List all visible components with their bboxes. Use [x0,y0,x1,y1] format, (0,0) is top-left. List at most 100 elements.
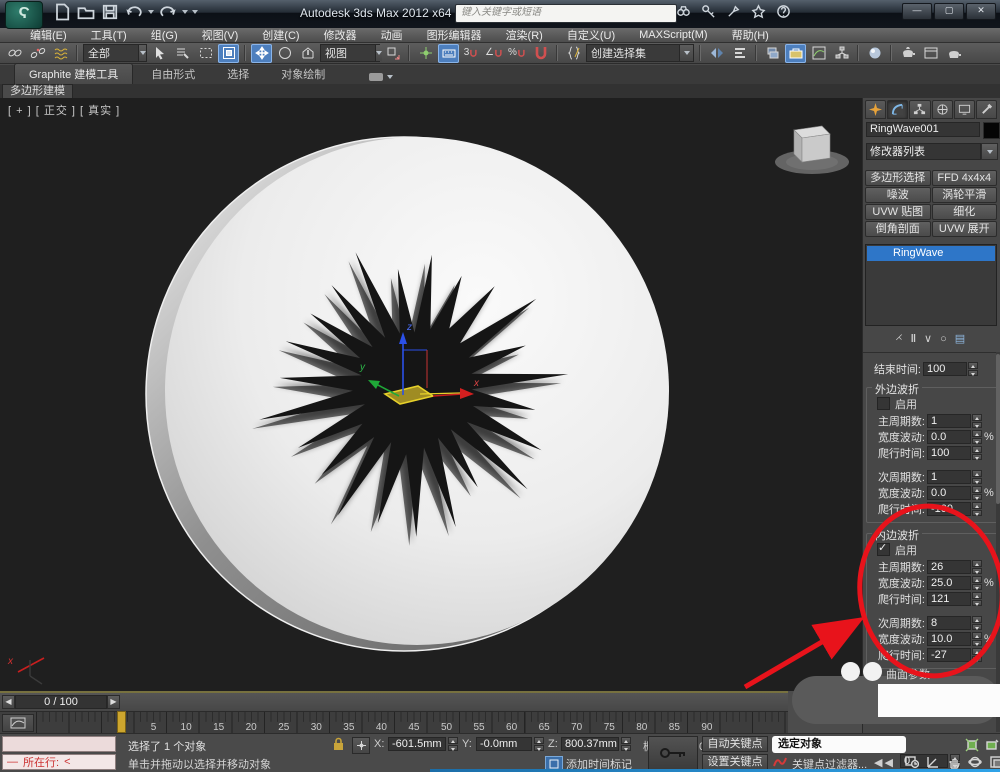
redo-icon[interactable] [158,3,178,21]
menu-animation[interactable]: 动画 [381,27,403,43]
menu-modifiers[interactable]: 修改器 [324,27,357,43]
menu-customize[interactable]: 自定义(U) [567,27,615,43]
tab-motion-icon[interactable] [932,100,953,119]
search-input[interactable]: 键入关键字或短语 [455,4,677,23]
align-icon[interactable] [729,44,750,63]
tab-display-icon[interactable] [954,100,975,119]
favorites-star-icon[interactable] [751,4,766,19]
menu-group[interactable]: 组(G) [151,27,178,43]
render-production-icon[interactable] [943,44,964,63]
maxscript-mini-listener[interactable] [2,736,116,752]
time-slider-value[interactable]: 0 / 100 [15,695,107,709]
undo-icon[interactable] [124,3,144,21]
pan-hand-icon[interactable] [944,753,964,770]
absolute-mode-toggle-icon[interactable] [352,737,370,754]
select-by-name-icon[interactable] [172,44,193,63]
select-and-link-icon[interactable] [4,44,25,63]
show-end-result-icon[interactable]: ‖ [911,333,916,345]
tab-hierarchy-icon[interactable] [909,100,930,119]
tab-utilities-icon[interactable] [976,100,997,119]
outer-crawl-time-input[interactable]: 100 [927,446,971,460]
close-button[interactable]: ✕ [966,3,996,20]
maximize-button[interactable]: ▢ [934,3,964,20]
zoom-extents-icon[interactable] [962,736,982,753]
panel-polygon-modeling[interactable]: 多边形建模 [2,84,73,98]
go-to-start-icon[interactable]: ◀◀ [874,756,895,769]
use-pivot-center-icon[interactable] [382,44,403,63]
help-icon[interactable] [776,4,791,19]
open-mini-curve-editor-icon[interactable] [2,714,34,732]
modifier-btn-unwrap-uvw[interactable]: UVW 展开 [932,221,998,237]
inner-width-flux-input[interactable]: 25.0 [927,576,971,590]
binoculars-icon[interactable] [676,4,691,19]
panel-scrollbar[interactable] [996,352,1000,732]
y-coordinate-input[interactable]: -0.0mm [476,737,532,751]
selection-region-icon[interactable] [195,44,216,63]
end-time-input[interactable]: 100 [923,362,967,376]
rendered-frame-window-icon[interactable] [920,44,941,63]
inner-enable-checkbox[interactable] [877,543,890,556]
configure-modifier-sets-icon[interactable]: ▤ [955,332,965,345]
spinner-control[interactable] [968,362,978,376]
outer-minor-width-flux-input[interactable]: 0.0 [927,486,971,500]
inner-minor-crawl-time-input[interactable]: -27 [927,648,971,662]
menu-create[interactable]: 创建(C) [262,27,299,43]
inner-minor-cycles-input[interactable]: 8 [927,616,971,630]
tab-selection[interactable]: 选择 [213,64,263,84]
x-coordinate-input[interactable]: -601.5mm [388,737,446,751]
modifier-btn-uvw-map[interactable]: UVW 贴图 [865,204,931,220]
named-selection-set-dropdown[interactable]: 创建选择集 [586,44,694,62]
schematic-view-icon[interactable] [831,44,852,63]
spinner-control[interactable] [972,616,982,630]
spinner-control[interactable] [972,502,982,516]
modifier-btn-turbosmooth[interactable]: 涡轮平滑 [932,187,998,203]
zoom-region-icon[interactable] [982,736,1000,753]
select-move-icon[interactable] [251,44,272,63]
tab-graphite-modeling-tools[interactable]: Graphite 建模工具 [14,63,133,84]
tab-object-paint[interactable]: 对象绘制 [267,64,339,84]
outer-enable-row[interactable]: 启用 [867,396,997,411]
spinner-control[interactable] [972,486,982,500]
curve-editor-icon[interactable] [808,44,829,63]
tab-modify-icon[interactable] [887,100,908,119]
edit-named-selection-icon[interactable] [563,44,584,63]
inner-crawl-time-input[interactable]: 121 [927,592,971,606]
spinner-control[interactable] [972,446,982,460]
remove-modifier-icon[interactable]: ○ [940,333,947,345]
spinner-control[interactable] [534,737,544,751]
time-slider[interactable]: ◀ 0 / 100 ▶ [2,695,120,709]
modifier-list-dropdown[interactable]: 修改器列表 [866,143,998,160]
communication-center-icon[interactable] [726,4,741,19]
redo-caret-icon[interactable] [182,10,188,14]
minimize-button[interactable]: — [902,3,932,20]
spinner-control[interactable] [972,648,982,662]
maxscript-listener-line[interactable]: — 所在行: < [2,754,116,770]
spinner-control[interactable] [972,560,982,574]
tab-create-icon[interactable] [865,100,886,119]
inner-enable-row[interactable]: 启用 [867,542,997,557]
set-key-big-button[interactable] [648,736,698,770]
viewcube[interactable] [775,126,849,174]
outer-enable-checkbox[interactable] [877,397,890,410]
select-object-icon[interactable] [149,44,170,63]
outer-minor-cycles-input[interactable]: 1 [927,470,971,484]
angle-snap-icon[interactable]: ∠ [484,44,505,63]
percent-snap-icon[interactable]: % [507,44,528,63]
tab-freeform[interactable]: 自由形式 [137,64,209,84]
menu-help[interactable]: 帮助(H) [732,27,769,43]
object-color-swatch[interactable] [983,122,1000,139]
modifier-btn-tessellate[interactable]: 细化 [932,204,998,220]
new-scene-icon[interactable] [52,3,72,21]
render-setup-icon[interactable] [897,44,918,63]
modifier-btn-bevel-profile[interactable]: 倒角剖面 [865,221,931,237]
selection-filter-dropdown[interactable]: 全部 [83,44,147,62]
modifier-btn-ffd[interactable]: FFD 4x4x4 [932,170,998,186]
pin-stack-icon[interactable]: ⊦ [893,332,906,345]
field-of-view-icon[interactable] [923,753,943,770]
menu-maxscript[interactable]: MAXScript(M) [639,29,707,41]
window-crossing-toggle-icon[interactable] [218,44,239,63]
spinner-snap-icon[interactable] [530,44,551,63]
select-rotate-icon[interactable] [274,44,295,63]
qat-customize-caret-icon[interactable] [192,10,198,14]
time-slider-handle[interactable] [117,711,126,733]
